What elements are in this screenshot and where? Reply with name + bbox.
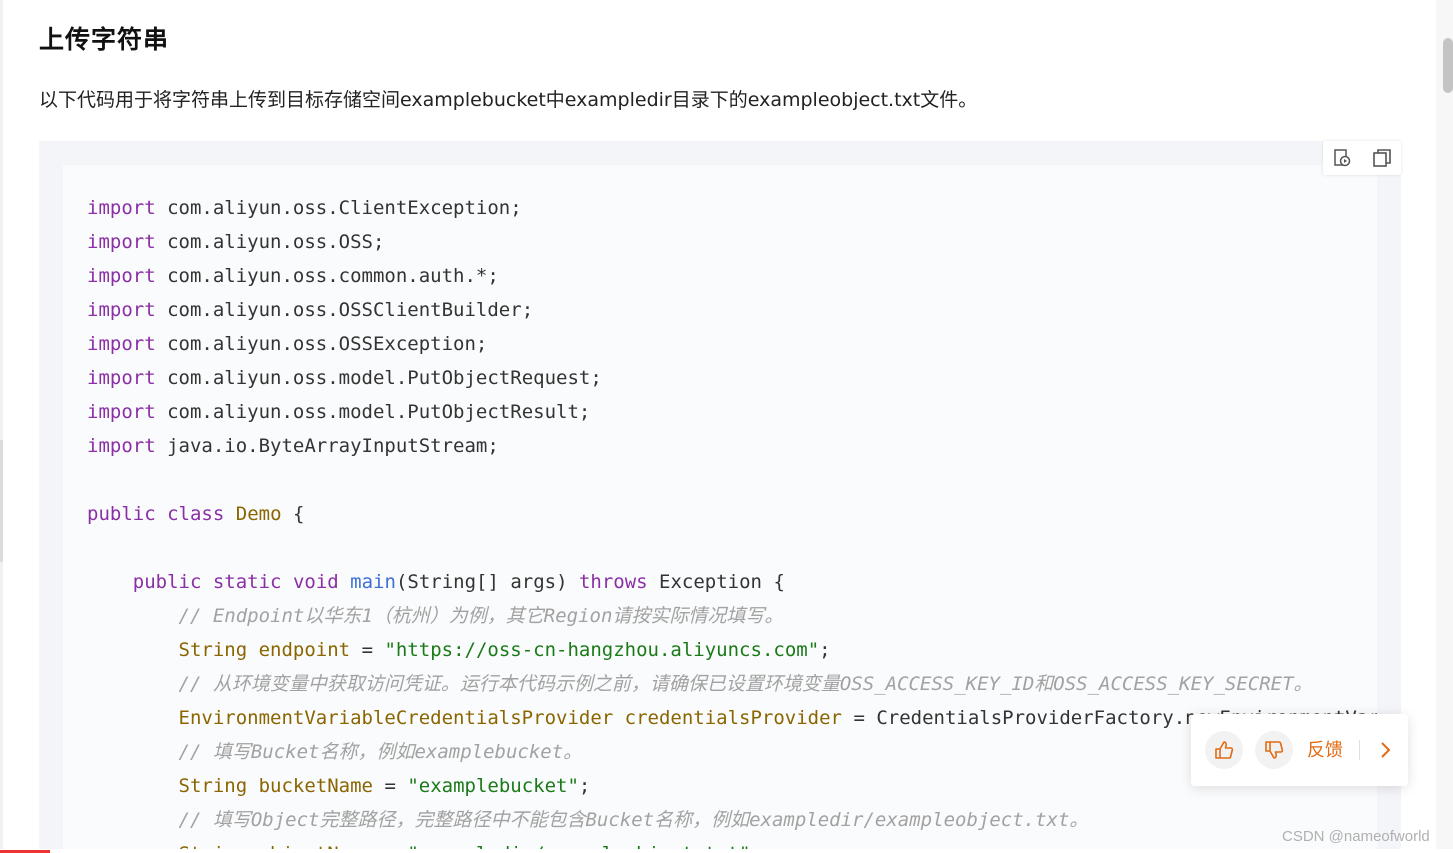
watermark: CSDN @nameofworld bbox=[1282, 828, 1430, 845]
code-token: public bbox=[87, 503, 156, 525]
code-token: class bbox=[167, 503, 225, 525]
feedback-button[interactable]: 反馈 bbox=[1307, 736, 1343, 762]
code-line: import com.aliyun.oss.OSSException; bbox=[87, 327, 1377, 361]
section-title: 上传字符串 bbox=[39, 25, 170, 54]
code-line: // 填写Bucket名称，例如examplebucket。 bbox=[87, 735, 1377, 769]
code-line: import com.aliyun.oss.OSSClientBuilder; bbox=[87, 293, 1377, 327]
code-token: com.aliyun.oss.common.auth.*; bbox=[155, 265, 499, 287]
code-line: import com.aliyun.oss.model.PutObjectReq… bbox=[87, 361, 1377, 395]
code-token: import bbox=[87, 231, 156, 253]
scrollbar-thumb[interactable] bbox=[1443, 38, 1453, 93]
code-line: public class Demo { bbox=[87, 497, 1377, 531]
thumbs-up-icon[interactable] bbox=[1205, 731, 1243, 769]
bottom-strip bbox=[0, 849, 1453, 853]
code-token: Exception { bbox=[647, 571, 785, 593]
code-token: (String[] args) bbox=[395, 571, 579, 593]
code-token: String bbox=[178, 639, 248, 661]
code-token: com.aliyun.oss.OSSException; bbox=[155, 333, 488, 355]
code-line: import com.aliyun.oss.common.auth.*; bbox=[87, 259, 1377, 293]
code-token: { bbox=[281, 503, 305, 525]
code-panel: import com.aliyun.oss.ClientException; im… bbox=[63, 165, 1377, 853]
code-token: static bbox=[212, 571, 282, 593]
code-token: // 填写Bucket名称，例如examplebucket。 bbox=[178, 741, 583, 763]
code-token: String bbox=[178, 775, 248, 797]
code-line: // 填写Object完整路径，完整路径中不能包含Bucket名称，例如exam… bbox=[87, 803, 1377, 837]
code-token: = bbox=[373, 775, 408, 797]
copy-icon[interactable] bbox=[1371, 147, 1393, 169]
code-token: ; bbox=[819, 639, 831, 661]
code-token: import bbox=[87, 333, 156, 355]
thumbs-down-icon[interactable] bbox=[1255, 731, 1293, 769]
code-line: public static void main(String[] args) t… bbox=[87, 565, 1377, 599]
code-token: "https://oss-cn-hangzhou.aliyuncs.com" bbox=[384, 639, 820, 661]
code-token: import bbox=[87, 197, 156, 219]
code-token: com.aliyun.oss.OSSClientBuilder; bbox=[155, 299, 534, 321]
left-edge-handle bbox=[0, 440, 3, 562]
feedback-divider bbox=[1359, 740, 1360, 760]
code-token: throws bbox=[578, 571, 648, 593]
code-token: = bbox=[350, 639, 385, 661]
code-line: String endpoint = "https://oss-cn-hangzh… bbox=[87, 633, 1377, 667]
code-token: public bbox=[132, 571, 202, 593]
code-line: EnvironmentVariableCredentialsProvider c… bbox=[87, 701, 1377, 735]
code-token: // Endpoint以华东1（杭州）为例，其它Region请按实际情况填写。 bbox=[178, 605, 784, 627]
code-token: import bbox=[87, 265, 156, 287]
code-token: import bbox=[87, 401, 156, 423]
code-token: EnvironmentVariableCredentialsProvider bbox=[178, 707, 614, 729]
feedback-widget: 反馈 bbox=[1191, 714, 1408, 786]
code-token: main bbox=[350, 571, 396, 593]
code-token: java.io.ByteArrayInputStream; bbox=[155, 435, 499, 457]
code-token: // 填写Object完整路径，完整路径中不能包含Bucket名称，例如exam… bbox=[178, 809, 1089, 831]
left-edge bbox=[0, 0, 3, 853]
run-icon[interactable] bbox=[1331, 147, 1353, 169]
code-token: bucketName bbox=[258, 775, 373, 797]
code-token: com.aliyun.oss.OSS; bbox=[155, 231, 385, 253]
code-line: // Endpoint以华东1（杭州）为例，其它Region请按实际情况填写。 bbox=[87, 599, 1377, 633]
code-token: // 从环境变量中获取访问凭证。运行本代码示例之前，请确保已设置环境变量OSS_… bbox=[178, 673, 1313, 695]
code-token: com.aliyun.oss.model.PutObjectResult; bbox=[155, 401, 591, 423]
code-token: endpoint bbox=[258, 639, 351, 661]
code-line: String bucketName = "examplebucket"; bbox=[87, 769, 1377, 803]
scrollbar[interactable] bbox=[1436, 0, 1453, 853]
code-line: import java.io.ByteArrayInputStream; bbox=[87, 429, 1377, 463]
code-token: import bbox=[87, 367, 156, 389]
chevron-right-icon[interactable] bbox=[1375, 740, 1395, 760]
code-line: import com.aliyun.oss.model.PutObjectRes… bbox=[87, 395, 1377, 429]
code-token: credentialsProvider bbox=[624, 707, 842, 729]
code-token: com.aliyun.oss.ClientException; bbox=[155, 197, 522, 219]
code-content: import com.aliyun.oss.ClientException; im… bbox=[87, 191, 1377, 853]
code-token: import bbox=[87, 299, 156, 321]
code-line: import com.aliyun.oss.ClientException; bbox=[87, 191, 1377, 225]
code-token: Demo bbox=[235, 503, 282, 525]
code-token: void bbox=[292, 571, 339, 593]
section-description: 以下代码用于将字符串上传到目标存储空间examplebucket中example… bbox=[39, 89, 978, 111]
code-toolbar bbox=[1323, 141, 1401, 175]
code-token: import bbox=[87, 435, 156, 457]
code-token: ; bbox=[578, 775, 591, 797]
code-token: com.aliyun.oss.model.PutObjectRequest; bbox=[155, 367, 602, 389]
code-line: import com.aliyun.oss.OSS; bbox=[87, 225, 1377, 259]
code-token: "examplebucket" bbox=[407, 775, 579, 797]
code-line: // 从环境变量中获取访问凭证。运行本代码示例之前，请确保已设置环境变量OSS_… bbox=[87, 667, 1377, 701]
